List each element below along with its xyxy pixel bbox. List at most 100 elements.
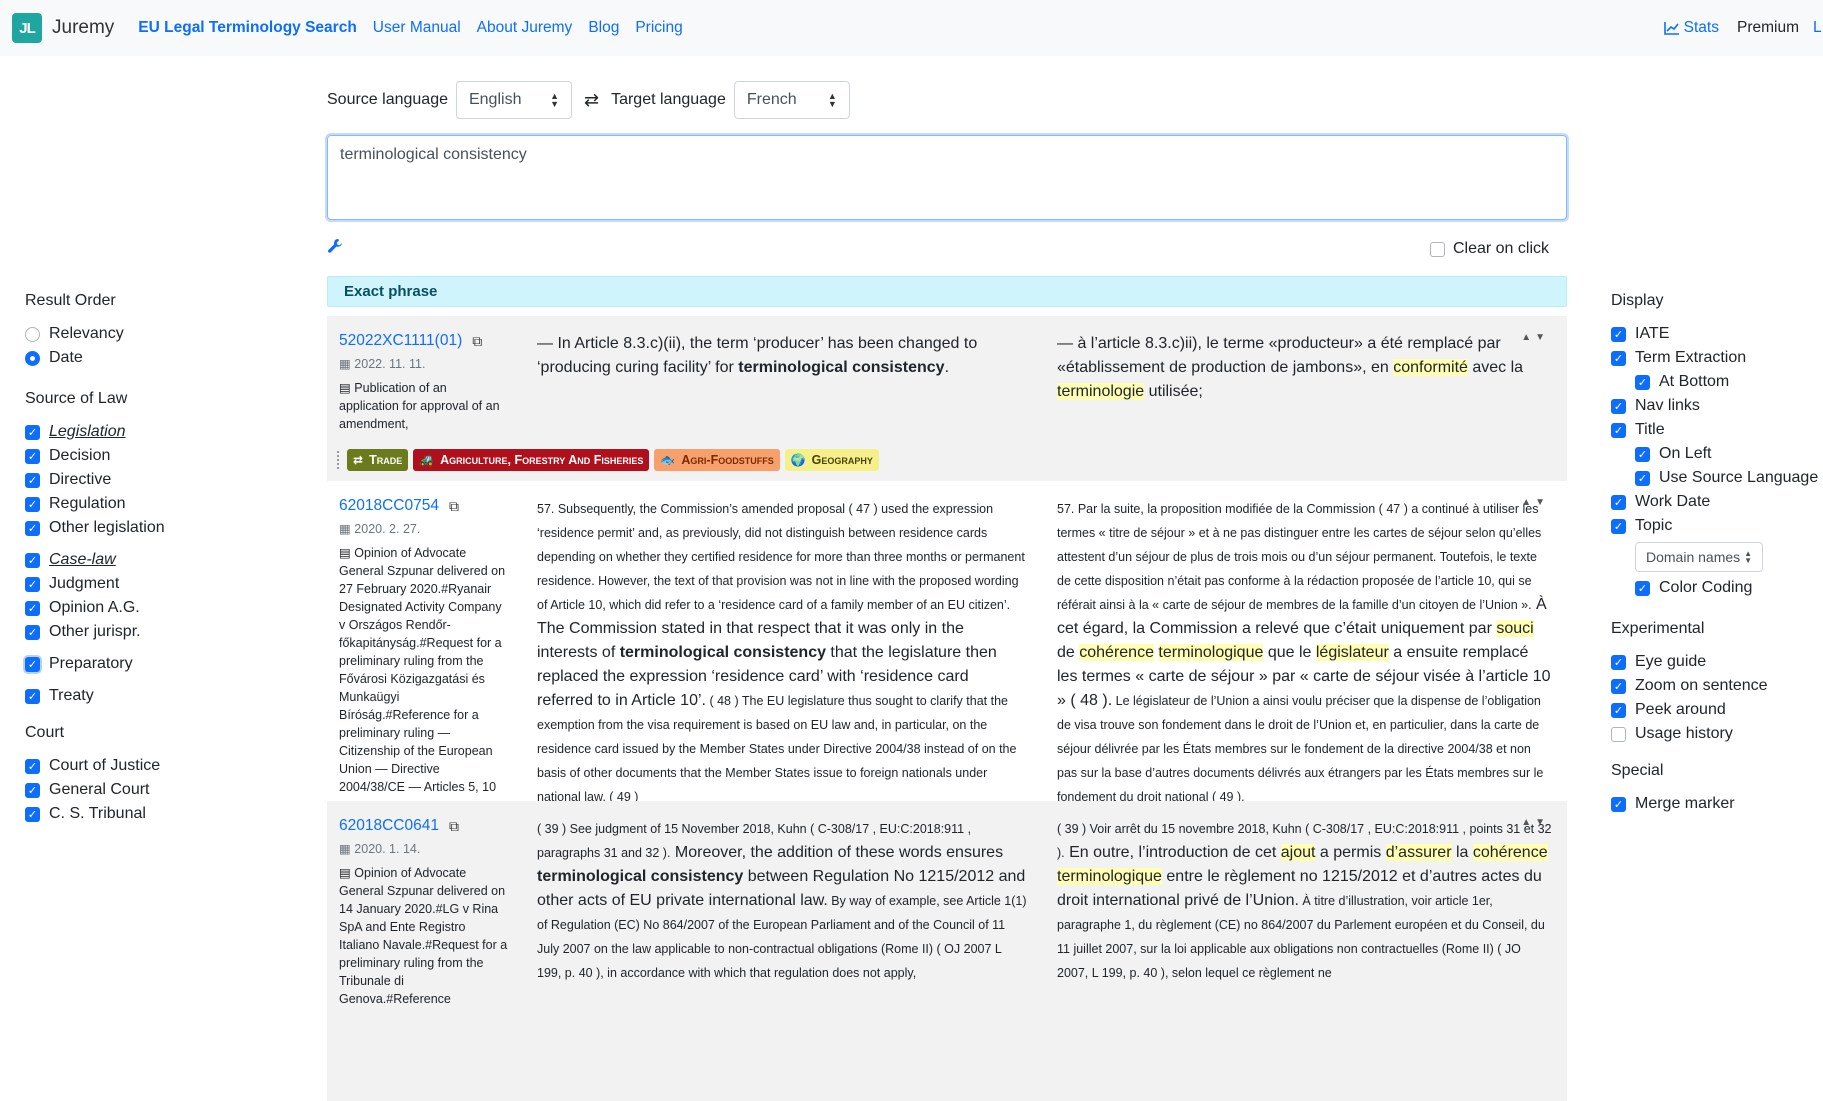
check-icon[interactable]: ✓	[25, 496, 40, 512]
source-preparatory-option[interactable]: ✓ Preparatory	[25, 652, 265, 676]
check-icon[interactable]: ✓	[25, 552, 40, 568]
check-icon[interactable]: ✓	[25, 520, 40, 536]
term-extraction-option[interactable]: ✓ Term Extraction	[1611, 346, 1823, 370]
general-court-option[interactable]: ✓ General Court	[25, 778, 265, 802]
source-regulation-option[interactable]: ✓ Regulation	[25, 492, 265, 516]
check-icon[interactable]: ✓	[25, 656, 40, 672]
check-icon[interactable]: ✓	[25, 424, 40, 440]
check-icon[interactable]: ✓	[1635, 580, 1650, 596]
check-icon[interactable]: ✓	[1611, 326, 1626, 342]
source-other-jurispr-option[interactable]: ✓ Other jurispr.	[25, 620, 265, 644]
expand-arrows-icon[interactable]: ▲▼	[1521, 332, 1549, 343]
check-icon[interactable]: ✓	[25, 576, 40, 592]
work-date-option[interactable]: ✓ Work Date	[1611, 490, 1823, 514]
check-icon[interactable]: ✓	[1611, 398, 1626, 414]
source-opinion-ag-option[interactable]: ✓ Opinion A.G.	[25, 596, 265, 620]
celex-link[interactable]: 62018CC0641	[339, 817, 439, 835]
highlighted-term[interactable]: terminologique	[1158, 644, 1264, 661]
wrench-icon[interactable]	[327, 238, 343, 259]
cs-tribunal-option[interactable]: ✓ C. S. Tribunal	[25, 802, 265, 826]
check-icon[interactable]: ✓	[1611, 654, 1626, 670]
check-icon[interactable]: ✓	[25, 758, 40, 774]
title-option[interactable]: ✓ Title	[1611, 418, 1823, 442]
topic-tag-agri-foodstuffs[interactable]: 🐟 Agri-Foodstuffs	[654, 449, 780, 471]
swap-languages-icon[interactable]: ⇄	[584, 90, 599, 111]
check-icon[interactable]: ✓	[1611, 796, 1626, 812]
zoom-on-sentence-option[interactable]: ✓ Zoom on sentence	[1611, 674, 1823, 698]
drag-grip-icon[interactable]	[337, 451, 341, 469]
iate-option[interactable]: ✓ IATE	[1611, 322, 1823, 346]
highlighted-term[interactable]: d’assurer	[1385, 844, 1452, 861]
source-judgment-option[interactable]: ✓ Judgment	[25, 572, 265, 596]
clear-on-click-option[interactable]: Clear on click	[1429, 240, 1549, 258]
court-of-justice-option[interactable]: ✓ Court of Justice	[25, 754, 265, 778]
source-directive-option[interactable]: ✓ Directive	[25, 468, 265, 492]
clear-on-click-checkbox[interactable]	[1429, 241, 1445, 257]
at-bottom-option[interactable]: ✓ At Bottom	[1611, 370, 1823, 394]
source-caselaw-option[interactable]: ✓ Case-law	[25, 548, 265, 572]
highlighted-term[interactable]: terminologie	[1057, 383, 1145, 400]
highlighted-term[interactable]: cohérence	[1079, 644, 1154, 661]
source-language-select[interactable]: English ▲ ▼	[455, 81, 572, 119]
check-icon[interactable]: ✓	[1611, 350, 1626, 366]
check-icon[interactable]: ✓	[1635, 470, 1650, 486]
nav-link-blog[interactable]: Blog	[588, 19, 619, 37]
login-link-cut[interactable]: L	[1813, 19, 1823, 37]
use-source-language-option[interactable]: ✓ Use Source Language	[1611, 466, 1823, 490]
check-icon[interactable]: ✓	[25, 600, 40, 616]
topic-tag-trade[interactable]: ⇄ Trade	[347, 449, 409, 471]
check-icon[interactable]: ✓	[25, 448, 40, 464]
peek-around-option[interactable]: ✓ Peek around	[1611, 698, 1823, 722]
merge-marker-option[interactable]: ✓ Merge marker	[1611, 792, 1823, 816]
copy-icon[interactable]: ⧉	[449, 818, 459, 835]
order-relevancy-radio[interactable]	[25, 326, 40, 342]
check-icon[interactable]: ✓	[25, 688, 40, 704]
topic-tag-geography[interactable]: 🌍 Geography	[784, 449, 879, 471]
check-icon[interactable]: ✓	[1611, 422, 1626, 438]
nav-links-option[interactable]: ✓ Nav links	[1611, 394, 1823, 418]
highlighted-term[interactable]: souci	[1496, 620, 1534, 637]
copy-icon[interactable]: ⧉	[449, 498, 459, 515]
check-icon[interactable]: ✓	[25, 806, 40, 822]
usage-history-option[interactable]: Usage history	[1611, 722, 1823, 746]
check-icon[interactable]: ✓	[1635, 446, 1650, 462]
highlighted-term[interactable]: législateur	[1315, 644, 1389, 661]
nav-link-pricing[interactable]: Pricing	[635, 19, 682, 37]
check-icon[interactable]: ✓	[25, 624, 40, 640]
check-icon[interactable]: ✓	[1635, 374, 1650, 390]
source-legislation-option[interactable]: ✓ Legislation	[25, 420, 265, 444]
search-textarea[interactable]: terminological consistency	[327, 135, 1567, 220]
eye-guide-option[interactable]: ✓ Eye guide	[1611, 650, 1823, 674]
check-icon[interactable]: ✓	[25, 782, 40, 798]
stats-link[interactable]: Stats	[1663, 19, 1719, 37]
order-date-option[interactable]: Date	[25, 346, 265, 370]
nav-link-about[interactable]: About Juremy	[477, 19, 573, 37]
copy-icon[interactable]: ⧉	[472, 333, 482, 350]
order-relevancy-option[interactable]: Relevancy	[25, 322, 265, 346]
check-icon[interactable]: ✓	[25, 472, 40, 488]
source-decision-option[interactable]: ✓ Decision	[25, 444, 265, 468]
on-left-option[interactable]: ✓ On Left	[1611, 442, 1823, 466]
celex-link[interactable]: 52022XC1111(01)	[339, 332, 462, 350]
check-icon[interactable]: ✓	[1611, 702, 1626, 718]
source-treaty-option[interactable]: ✓ Treaty	[25, 684, 265, 708]
expand-arrows-icon[interactable]: ▲▼	[1521, 817, 1549, 828]
celex-link[interactable]: 62018CC0754	[339, 497, 439, 515]
nav-link-search[interactable]: EU Legal Terminology Search	[138, 19, 357, 37]
brand[interactable]: JL Juremy	[12, 13, 114, 43]
source-other-legislation-option[interactable]: ✓ Other legislation	[25, 516, 265, 540]
highlighted-term[interactable]: ajout	[1280, 844, 1316, 861]
check-icon[interactable]: ✓	[1611, 518, 1626, 534]
domain-names-select[interactable]: Domain names ▲ ▼	[1635, 542, 1763, 572]
topic-option[interactable]: ✓ Topic	[1611, 514, 1823, 538]
topic-tag-agriculture[interactable]: 🚜 Agriculture, Forestry And Fisheries	[413, 449, 650, 471]
premium-link[interactable]: Premium	[1737, 19, 1799, 37]
target-language-select[interactable]: French ▲ ▼	[733, 81, 850, 119]
unchecked-checkbox[interactable]	[1611, 726, 1626, 742]
nav-link-user-manual[interactable]: User Manual	[373, 19, 461, 37]
check-icon[interactable]: ✓	[1611, 494, 1626, 510]
expand-arrows-icon[interactable]: ▲▼	[1521, 497, 1549, 508]
highlighted-term[interactable]: conformité	[1393, 359, 1468, 376]
order-date-radio[interactable]	[25, 350, 40, 366]
color-coding-option[interactable]: ✓ Color Coding	[1611, 576, 1823, 600]
